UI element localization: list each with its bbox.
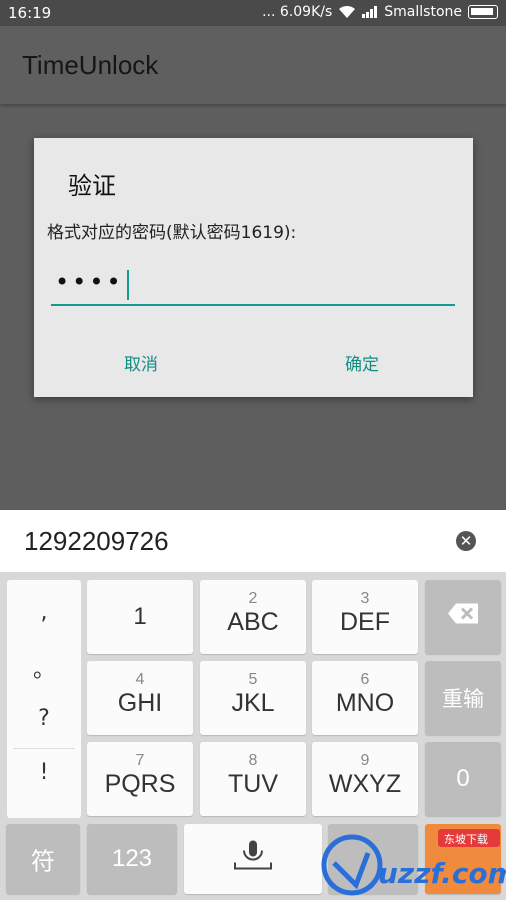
voice-key[interactable]: [184, 824, 322, 894]
key-letters: TUV: [228, 770, 278, 798]
wifi-icon: [339, 5, 356, 18]
watermark-logo: uzzf.com 东坡下载: [320, 823, 506, 900]
keyboard-input-bar: 1292209726 ✕: [0, 510, 506, 572]
microphone-icon: [184, 839, 322, 880]
status-bar: 16:19 ... 6.09K/s Smallstone: [0, 0, 506, 26]
key-letters: GHI: [117, 689, 163, 717]
network-speed: ... 6.09K/s: [262, 4, 333, 20]
key-digit: 8: [248, 752, 258, 769]
symbol-key-exclaim[interactable]: !: [7, 760, 81, 785]
svg-text:东坡下载: 东坡下载: [444, 833, 488, 846]
key-1[interactable]: 1: [87, 580, 193, 654]
verify-dialog: 验证 格式对应的密码(默认密码1619): •••• 取消 确定: [34, 138, 473, 397]
key-letters: DEF: [340, 608, 390, 636]
key-digit: 9: [360, 752, 370, 769]
key-8[interactable]: 8 TUV: [200, 742, 306, 816]
key-label: 123: [111, 845, 153, 872]
text-caret: [127, 270, 129, 300]
number-mode-key[interactable]: 123: [87, 824, 177, 894]
key-label: 重输: [442, 688, 484, 711]
key-letters: ABC: [227, 608, 279, 636]
symbol-key-period[interactable]: 。: [7, 652, 81, 684]
key-letters: MNO: [335, 689, 395, 717]
carrier-name: Smallstone: [384, 4, 462, 20]
key-digit: 2: [248, 590, 258, 607]
app-bar: TimeUnlock: [0, 26, 506, 104]
key-letters: WXYZ: [328, 770, 402, 798]
backspace-icon: [425, 603, 501, 632]
candidate-text[interactable]: 1292209726: [24, 526, 169, 557]
reenter-key[interactable]: 重输: [425, 661, 501, 735]
key-digit: 7: [135, 752, 145, 769]
backspace-key[interactable]: [425, 580, 501, 654]
battery-icon: [468, 5, 498, 19]
key-label: 0: [456, 765, 470, 792]
symbol-column: , 。 ? !: [7, 580, 81, 818]
signal-icon: [362, 6, 378, 18]
key-letters: JKL: [231, 689, 275, 717]
password-input[interactable]: ••••: [51, 266, 455, 306]
key-letters: PQRS: [104, 770, 176, 798]
symbol-key-comma[interactable]: ,: [7, 600, 81, 625]
status-right: ... 6.09K/s Smallstone: [262, 4, 498, 20]
ok-button[interactable]: 确定: [345, 350, 379, 375]
key-7[interactable]: 7 PQRS: [87, 742, 193, 816]
key-digit: 6: [360, 671, 370, 688]
status-time: 16:19: [8, 4, 52, 22]
key-label: 符: [31, 848, 55, 876]
symbol-key[interactable]: 符: [6, 824, 80, 894]
app-title: TimeUnlock: [22, 50, 159, 80]
key-2[interactable]: 2 ABC: [200, 580, 306, 654]
key-digit: 4: [135, 671, 145, 688]
key-9[interactable]: 9 WXYZ: [312, 742, 418, 816]
key-5[interactable]: 5 JKL: [200, 661, 306, 735]
symbol-divider: [13, 748, 75, 749]
clear-icon[interactable]: ✕: [456, 531, 476, 551]
svg-text:uzzf.com: uzzf.com: [378, 857, 506, 890]
key-label: 1: [133, 603, 147, 630]
key-digit: 3: [360, 590, 370, 607]
key-6[interactable]: 6 MNO: [312, 661, 418, 735]
cancel-button[interactable]: 取消: [124, 350, 158, 375]
key-4[interactable]: 4 GHI: [87, 661, 193, 735]
key-0[interactable]: 0: [425, 742, 501, 816]
key-3[interactable]: 3 DEF: [312, 580, 418, 654]
dialog-message: 格式对应的密码(默认密码1619):: [47, 223, 297, 243]
symbol-key-question[interactable]: ?: [7, 706, 81, 731]
key-digit: 5: [248, 671, 258, 688]
dialog-title: 验证: [68, 172, 116, 200]
password-mask: ••••: [55, 268, 124, 296]
